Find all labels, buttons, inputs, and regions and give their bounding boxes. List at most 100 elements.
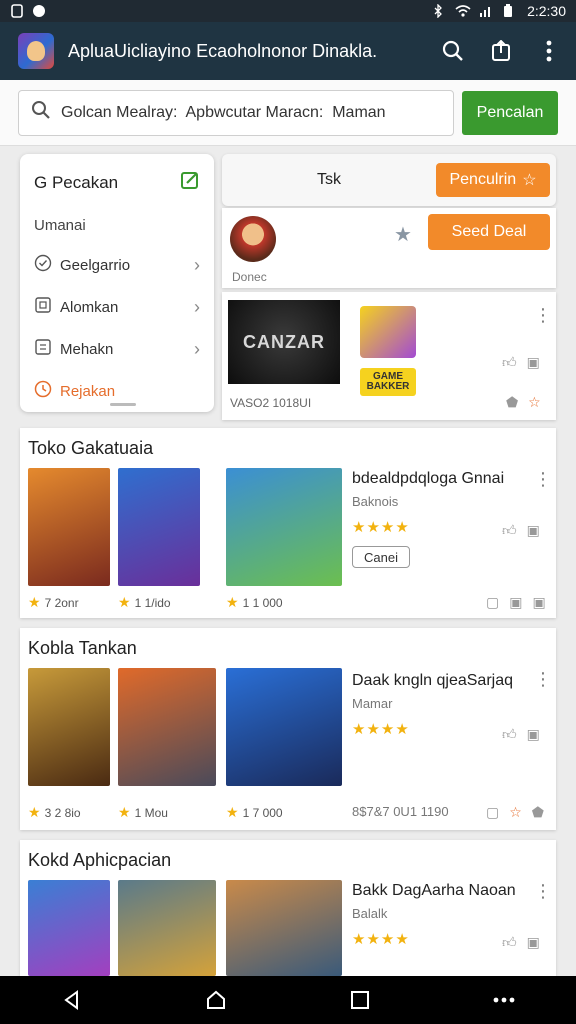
- screenshot-icon[interactable]: ▣: [527, 726, 540, 743]
- app-notification-icon: [32, 4, 46, 18]
- favorite-star-icon[interactable]: ★: [394, 222, 412, 247]
- section-title: Toko Gakatuaia: [28, 438, 154, 458]
- star-outline-icon: ☆: [522, 172, 537, 189]
- image-icon[interactable]: ▣: [532, 594, 545, 611]
- chevron-right-icon: ›: [194, 254, 200, 275]
- side-menu-accent-label: Rejakan: [60, 382, 116, 400]
- badge-icon[interactable]: ⬟: [506, 394, 518, 411]
- avatar[interactable]: [230, 216, 276, 262]
- screenshot-icon[interactable]: ▣: [527, 934, 540, 951]
- feature-game-image[interactable]: CANZAR: [228, 300, 340, 384]
- section-info-title: Bakk DagAarha Naoan: [352, 882, 516, 899]
- screenshot-icon[interactable]: ▣: [527, 522, 540, 539]
- section-info-subtitle: Baknois: [352, 494, 399, 509]
- feature-caption: VASO2 1018UI: [230, 396, 312, 410]
- chevron-right-icon: ›: [194, 296, 200, 317]
- side-menu-item-accent[interactable]: Rejakan: [34, 380, 200, 402]
- search-icon[interactable]: [440, 38, 466, 64]
- app-bar: ApluaUicliayino Ecaoholnonor Dinakla.: [0, 22, 576, 80]
- feature-card: CANZAR GAME BAKKER VASO2 1018UI ⋮ 👍︎ ▣ ⬟…: [222, 292, 556, 420]
- share-icon[interactable]: [488, 38, 514, 64]
- bluetooth-icon: [431, 3, 445, 19]
- tab-action-label: Penculrin: [449, 171, 517, 188]
- game-tile[interactable]: [118, 468, 200, 586]
- grid-icon[interactable]: ▢: [486, 594, 499, 611]
- more-vert-icon[interactable]: ⋮: [534, 470, 552, 488]
- star-icon: ★: [28, 804, 41, 820]
- search-field-icon: [31, 100, 51, 125]
- tile-count: ★ 1 7 000: [226, 804, 283, 820]
- grid-icon[interactable]: ▢: [486, 804, 499, 821]
- section-pill-button[interactable]: Canei: [352, 546, 410, 568]
- game-tile[interactable]: [28, 468, 110, 586]
- game-tile[interactable]: [28, 880, 110, 976]
- tile-count: ★ 1 1/ido: [118, 594, 171, 610]
- like-icon[interactable]: 👍︎: [502, 726, 517, 743]
- side-menu-title: G Pecakan: [34, 172, 119, 192]
- side-menu-item-label: Alomkan: [60, 298, 119, 316]
- status-time: 2:2:30: [527, 3, 566, 19]
- battery-icon: [503, 4, 517, 18]
- status-bar: 2:2:30: [0, 0, 576, 22]
- edit-icon[interactable]: [180, 170, 200, 195]
- rating-stars: ★★★★: [352, 721, 410, 738]
- section-title: Kokd Aphicpacian: [28, 850, 172, 870]
- document-icon: [34, 338, 52, 360]
- game-tile[interactable]: [226, 880, 342, 976]
- more-dots-icon[interactable]: [484, 980, 524, 1020]
- rating-stars: ★★★★: [352, 931, 410, 948]
- notification-icon: [10, 4, 24, 18]
- game-tile[interactable]: [226, 468, 342, 586]
- star-icon: ★: [118, 804, 131, 820]
- game-tile[interactable]: [28, 668, 110, 786]
- home-icon[interactable]: [196, 980, 236, 1020]
- feature-game-title: CANZAR: [243, 331, 325, 352]
- game-tile[interactable]: [118, 668, 216, 786]
- section-info-title: bdealdpdqloga Gnnai: [352, 470, 505, 487]
- tab-card: Tsk Penculrin ☆: [222, 154, 556, 206]
- star-outline-icon[interactable]: ☆: [528, 394, 541, 411]
- recents-icon[interactable]: [340, 980, 380, 1020]
- overflow-menu-icon[interactable]: [536, 38, 562, 64]
- tile-count: ★ 1 1 000: [226, 594, 283, 610]
- side-menu-item-label: Geelgarrio: [60, 256, 131, 274]
- section-info-subtitle: Mamar: [352, 696, 393, 711]
- section-card-3: Kokd Aphicpacian Bakk DagAarha Naoan Bal…: [20, 840, 556, 976]
- search-button[interactable]: Pencalan: [462, 90, 558, 135]
- like-icon[interactable]: 👍︎: [502, 354, 517, 371]
- side-menu-item-3[interactable]: Mehakn ›: [34, 338, 200, 360]
- more-vert-icon[interactable]: ⋮: [534, 882, 552, 900]
- screenshot-icon[interactable]: ▣: [527, 354, 540, 371]
- more-vert-icon[interactable]: ⋮: [534, 306, 552, 324]
- side-menu-item-label: Mehakn: [60, 340, 114, 358]
- image-icon: [34, 296, 52, 318]
- side-menu-item-2[interactable]: Alomkan ›: [34, 296, 200, 318]
- game-logo: [360, 306, 416, 358]
- like-icon[interactable]: 👍︎: [502, 934, 517, 951]
- app-title: ApluaUicliayino Ecaoholnonor Dinakla.: [68, 40, 378, 61]
- search-bar: Pencalan: [0, 80, 576, 146]
- search-box[interactable]: [18, 89, 454, 136]
- game-tile[interactable]: [226, 668, 342, 786]
- tile-count: ★ 1 Mou: [118, 804, 168, 820]
- section-info-title: Daak kngln qjeaSarjaq: [352, 672, 513, 689]
- tab-action-button[interactable]: Penculrin ☆: [436, 163, 550, 197]
- tab-label[interactable]: Tsk: [222, 171, 436, 189]
- system-nav-bar: [0, 976, 576, 1024]
- chevron-right-icon: ›: [194, 338, 200, 359]
- app-logo[interactable]: [18, 33, 54, 69]
- section-footer-text: 8$7&7 0U1 1190: [352, 804, 449, 819]
- side-menu-item-1[interactable]: Geelgarrio ›: [34, 254, 200, 276]
- side-menu-subtitle: Umanai: [34, 217, 86, 234]
- chat-icon[interactable]: ▣: [509, 594, 522, 611]
- search-input[interactable]: [61, 103, 441, 122]
- back-icon[interactable]: [52, 980, 92, 1020]
- game-tile[interactable]: [118, 880, 216, 976]
- badge-icon[interactable]: ⬟: [532, 804, 544, 821]
- star-outline-icon[interactable]: ☆: [509, 804, 522, 821]
- profile-subtitle: Donec: [232, 270, 267, 284]
- like-icon[interactable]: 👍︎: [502, 522, 517, 539]
- more-vert-icon[interactable]: ⋮: [534, 670, 552, 688]
- deal-button[interactable]: Seed Deal: [428, 214, 550, 250]
- drag-handle[interactable]: [110, 403, 136, 406]
